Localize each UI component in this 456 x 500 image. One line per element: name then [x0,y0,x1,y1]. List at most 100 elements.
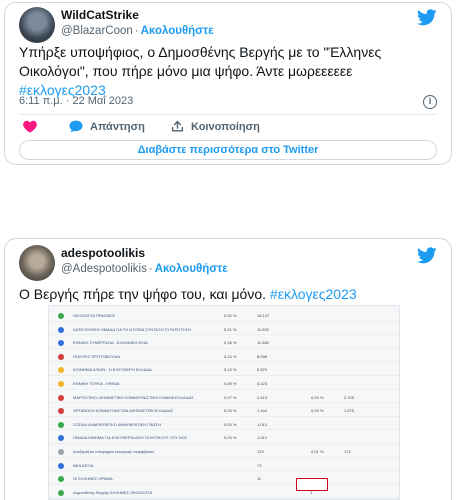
vote-count: 8.096 [257,353,268,359]
share-button[interactable]: Κοινοποίηση [171,120,260,133]
vote-count: 11 [257,476,262,482]
party-logo-icon [58,340,64,347]
like-button[interactable] [23,120,37,133]
vote-percent: 0,13 % [224,353,237,359]
party-logo-icon [58,408,64,415]
party-name: ΝΕΑ ΔΕΞΙΑ [73,462,94,468]
party-logo-icon [58,435,64,442]
follow-button[interactable]: Ακολουθήστε [155,263,228,275]
vote-percent: 0,32 % [224,313,237,318]
extra-percent: 0,01 % [311,449,324,454]
table-row: ΟΡΓΑΝΩΣΗ ΚΟΜΜΟΥΝΙΣΤΩΝ ΔΙΕΘΝΙΣΤΩΝ ΕΛΛΑΔΑΣ… [49,403,399,417]
tweet-actions: Απάντηση Κοινοποίηση [19,120,437,136]
vote-count: 11.582 [257,340,269,346]
tweet-header: adespotoolikis @Adespotoolikis · Ακολουθήσ… [19,245,441,285]
vote-count: 5.423 [257,381,268,386]
party-name: Ανεξάρτητοι υποψήφιοι εκλογικής περιφέρε… [73,449,155,454]
tweet-text: Ο Βεργής πήρε την ψήφο του, και μόνο. #ε… [19,285,439,304]
vote-count: 1.013 [257,421,268,427]
extra-percent: 0,03 % [311,394,324,400]
tweet-text: Υπήρξε υποψήφιος, ο Δημοσθένης Βεργής με… [19,43,439,100]
hashtag-link[interactable]: #εκλογες2023 [270,286,357,302]
heart-icon [23,120,37,133]
table-row: ΚΑΤΕΥΘΥΝΣΗ ΟΜΑΔΑ ΓΙΑ ΤΗ ΝΤΟΠΙΑ ΣΥΝΤΑΞΗ Σ… [49,322,399,336]
extra-count: 2.705 [344,394,355,400]
follow-button[interactable]: Ακολουθήστε [141,25,214,37]
twitter-bird-icon[interactable] [417,9,437,26]
party-name: ΜΑΡΞΙΣΤΙΚΟ-ΛΕΝΙΝΙΣΤΙΚΟ ΚΟΜΜΟΥΝΙΣΤΙΚΟ ΚΟΜ… [73,394,194,400]
vote-percent: 0,03 % [224,421,237,427]
share-upload-icon [171,120,184,132]
party-name: ΣΟΣΙΑΛ ΔΗΜΟΚΡΑΤΙΚΟ ΔΗΜΟΚΡΑΤΙΚΗ ΓΝΩΣΗ [73,421,161,427]
party-name: ΟΡΓΑΝΩΣΗ ΚΟΜΜΟΥΝΙΣΤΩΝ ΔΙΕΘΝΙΣΤΩΝ ΕΛΛΑΔΑΣ [73,408,174,414]
table-row: Δημοσθένης Βεργής ΕΛΛΗΝΕΣ ΟΙΚΟΛΟΓΟΙ 1 [49,485,399,499]
party-name: ΕΘΝΙΚΗ ΤΟΥΚΑ - ΚΡΑΝΑ [73,381,120,386]
table-row: ΟΙΚΟΛΟΓΟΙ ΠΡΑΣΙΝΟΙ 0,32 % 18.137 [49,308,399,322]
table-row: ΚΟΙΝΩΝΙΑ ΑΞΙΩΝ - Η ΕΛΕΥΘΕΡΗ ΕΛΛΑΔΑ 0,13 %… [49,362,399,376]
table-row: ΕΘΝΙΚΗ ΣΥΝΕΡΓΑΣΙΑ - ΕΛΛΗΝΙΚΗ ΕΛΙΑ 0,18 % 1… [49,335,399,349]
party-logo-icon [58,313,64,319]
share-label: Κοινοποίηση [191,120,260,133]
handle-row: @BlazarCoon · Ακολουθήστε [61,23,214,39]
vote-count: 1 [310,489,313,495]
display-name[interactable]: adespotoolikis [61,245,228,261]
party-logo-icon [58,489,64,496]
tweet-text-body: Υπήρξε υποψήφιος, ο Δημοσθένης Βεργής με… [19,44,382,79]
tweet-card-1: WildCatStrike @BlazarCoon · Ακολουθήστε Υπ… [4,2,452,165]
party-logo-icon [58,394,64,401]
reply-bubble-icon [69,120,83,133]
vote-count: 73 [257,462,262,468]
vote-count: 2.413 [257,394,268,400]
extra-percent: 0,03 % [311,408,324,414]
party-name: ΟΙ ΕΛΛΗΝΕΣ ΟΡΑΜΑ [73,476,113,482]
extra-count: 172 [344,449,351,454]
divider [19,114,437,115]
table-row: ΟΜΑΔΑ ΚΙΝΗΜΑ ΓΙΑ ΕΛΕΥΘΕΡΙΑ ΑΠΟ ΠΟΛΙΤΙΚΟΥ… [49,430,399,444]
separator-dot: · [134,25,139,37]
twitter-bird-icon[interactable] [417,247,437,264]
handle-row: @Adespotoolikis · Ακολουθήστε [61,261,228,277]
handle[interactable]: @BlazarCoon [61,25,133,37]
display-name[interactable]: WildCatStrike [61,7,214,23]
table-row: ΣΟΣΙΑΛ ΔΗΜΟΚΡΑΤΙΚΟ ΔΗΜΟΚΡΑΤΙΚΗ ΓΝΩΣΗ 0,03… [49,417,399,431]
party-name: ΕΘΝΙΚΗ ΣΥΝΕΡΓΑΣΙΑ - ΕΛΛΗΝΙΚΗ ΕΛΙΑ [73,340,148,346]
avatar[interactable] [19,245,55,281]
party-logo-icon [58,421,64,428]
author-info: adespotoolikis @Adespotoolikis · Ακολουθήσ… [61,245,228,277]
avatar[interactable] [19,7,55,43]
vote-count: 133 [257,449,264,454]
tweet-header: WildCatStrike @BlazarCoon · Ακολουθήστε [19,7,441,47]
table-row: ΠΟΛΙΤΕΣ ΠΡΟΤΟΒΟΥΛΙΑ 0,13 % 8.096 [49,349,399,363]
party-logo-icon [58,353,64,360]
vote-percent: 0,03 % [224,435,237,441]
party-logo-icon [58,381,64,387]
party-logo-icon [58,326,64,333]
read-more-button[interactable]: Διαβάστε περισσότερα στο Twitter [19,140,437,160]
party-name: ΟΜΑΔΑ ΚΙΝΗΜΑ ΓΙΑ ΕΛΕΥΘΕΡΙΑ ΑΠΟ ΠΟΛΙΤΙΚΟΥ… [73,435,188,441]
vote-percent: 0,03 % [224,408,237,414]
party-logo-icon [58,449,64,455]
vote-count: 11.592 [257,326,269,332]
party-name: ΟΙΚΟΛΟΓΟΙ ΠΡΑΣΙΝΟΙ [73,313,115,318]
vote-count: 1.444 [257,408,268,414]
handle[interactable]: @Adespotoolikis [61,263,147,275]
table-row: Ανεξάρτητοι υποψήφιοι εκλογικής περιφέρε… [49,444,399,458]
party-logo-icon [58,476,64,483]
election-results-image[interactable]: ΟΙΚΟΛΟΓΟΙ ΠΡΑΣΙΝΟΙ 0,32 % 18.137 ΚΑΤΕΥΘΥΝΣΗ… [48,305,400,500]
reply-label: Απάντηση [90,120,145,133]
vote-count: 1.012 [257,435,268,441]
vote-percent: 0,13 % [224,367,237,373]
table-row: ΕΘΝΙΚΗ ΤΟΥΚΑ - ΚΡΑΝΑ 0,09 % 5.423 [49,376,399,390]
tweet-text-body: Ο Βεργής πήρε την ψήφο του, και μόνο. [19,286,267,302]
extra-count: 1.575 [344,408,355,414]
timestamp[interactable]: 6:11 π.μ. · 22 Μαΐ 2023 [19,95,133,107]
party-name: ΠΟΛΙΤΕΣ ΠΡΟΤΟΒΟΥΛΙΑ [73,353,121,359]
party-logo-icon [58,367,64,374]
info-icon[interactable]: i [423,95,437,109]
party-logo-icon [58,462,64,469]
vote-percent: 0,21 % [224,326,237,332]
vote-percent: 0,09 % [224,381,237,386]
reply-button[interactable]: Απάντηση [69,120,145,133]
vote-count: 5.870 [257,367,268,373]
author-info: WildCatStrike @BlazarCoon · Ακολουθήστε [61,7,214,39]
